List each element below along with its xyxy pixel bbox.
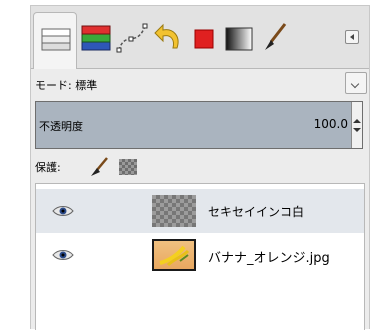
tab-gradient[interactable]	[221, 20, 253, 56]
undo-history-icon	[154, 23, 179, 49]
tab-foreground-color[interactable]	[187, 20, 217, 56]
tab-layers[interactable]	[33, 12, 77, 69]
foreground-color-icon	[194, 29, 214, 49]
dock-panel: モード: 標準 不透明度 100.0 保護: セキセイインコ白 バナナ_オレンジ…	[30, 5, 370, 330]
layer-row[interactable]: バナナ_オレンジ.jpg	[36, 233, 364, 277]
tab-channels[interactable]	[79, 20, 111, 56]
opacity-label: 不透明度	[39, 120, 83, 133]
mode-row: モード: 標準	[35, 71, 367, 97]
layers-icon	[41, 28, 71, 51]
opacity-value[interactable]: 100.0	[314, 117, 348, 131]
lock-pixels-icon[interactable]	[87, 156, 111, 178]
opacity-spin-buttons[interactable]	[351, 102, 362, 148]
gradient-icon	[225, 27, 253, 51]
protect-label: 保護:	[35, 161, 61, 174]
tab-paths[interactable]	[115, 20, 148, 56]
mode-label: モード: 標準	[35, 79, 98, 92]
brush-icon	[265, 23, 287, 50]
lock-alpha-icon[interactable]	[119, 159, 137, 175]
visibility-eye-icon[interactable]	[52, 248, 74, 262]
layer-name[interactable]: セキセイインコ白	[208, 203, 304, 220]
spin-up-icon[interactable]	[353, 119, 361, 123]
opacity-spinscale[interactable]: 不透明度 100.0	[35, 101, 363, 149]
tab-undo-history[interactable]	[151, 20, 181, 56]
layer-name[interactable]: バナナ_オレンジ.jpg	[208, 247, 330, 266]
paths-icon	[116, 23, 148, 53]
spin-down-icon[interactable]	[353, 128, 361, 132]
layer-thumbnail[interactable]	[152, 239, 196, 271]
layer-list: セキセイインコ白 バナナ_オレンジ.jpg	[35, 183, 365, 330]
tab-brush[interactable]	[257, 20, 287, 56]
protect-row: 保護:	[35, 156, 235, 176]
layer-row[interactable]: セキセイインコ白	[36, 189, 364, 233]
layer-thumbnail[interactable]	[152, 195, 196, 227]
visibility-eye-icon[interactable]	[52, 204, 74, 218]
panel-menu-icon[interactable]	[345, 30, 359, 44]
mode-dropdown-button[interactable]	[345, 72, 367, 94]
channels-icon	[81, 25, 111, 51]
dock-tab-bar	[31, 6, 369, 69]
banana-image-icon	[159, 245, 190, 267]
